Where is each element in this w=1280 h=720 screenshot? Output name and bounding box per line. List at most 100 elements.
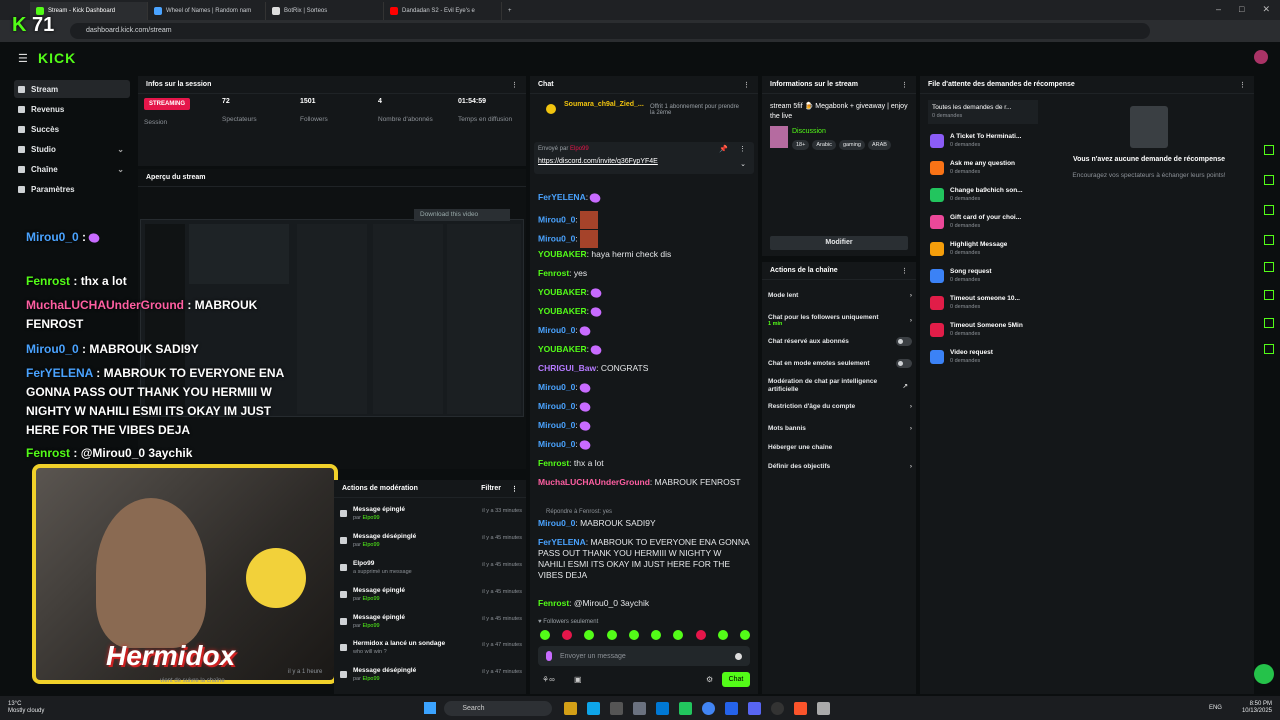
emote-icon[interactable] — [739, 630, 750, 640]
edge-icon[interactable] — [587, 701, 601, 715]
pin-icon[interactable]: 📌 — [719, 145, 728, 153]
chrome-icon[interactable] — [702, 701, 716, 715]
weather-widget[interactable]: 13°C Mostly cloudy — [8, 701, 44, 715]
reward-item[interactable]: Highlight Message 0 demandes — [930, 235, 1036, 262]
chevron-down-icon[interactable]: ⌄ — [740, 160, 746, 168]
clock[interactable]: 8:50 PM 10/13/2025 — [1242, 701, 1272, 715]
more-icon[interactable]: ⋮ — [511, 485, 518, 493]
more-icon[interactable]: ⋮ — [739, 145, 746, 153]
pinned-link[interactable]: https://discord.com/invite/q36FypYF4E — [538, 158, 658, 165]
gear-icon[interactable]: ⚙ — [706, 675, 713, 684]
action-host-channel[interactable]: Héberger une chaîne — [768, 444, 912, 451]
app-icon[interactable] — [817, 701, 831, 715]
emote-icon[interactable] — [651, 630, 662, 640]
all-requests-filter[interactable]: Toutes les demandes de r... 0 demandes — [928, 100, 1038, 124]
new-tab-button[interactable]: + — [502, 2, 522, 20]
mail-icon[interactable] — [656, 701, 670, 715]
reward-item[interactable]: Timeout Someone 5Min 0 demandes — [930, 316, 1036, 343]
tab-botrix[interactable]: BotRix | Sorteos — [266, 2, 384, 20]
tag[interactable]: Arabic — [812, 140, 836, 150]
emote-icon[interactable] — [606, 630, 617, 640]
action-followers-only[interactable]: Chat pour les followers uniquement 1 min › — [768, 311, 912, 329]
reward-item[interactable]: Ask me any question 0 demandes — [930, 154, 1036, 181]
reward-item[interactable]: Gift card of your choi... 0 demandes — [930, 208, 1036, 235]
chat-bubble-icon[interactable] — [1254, 664, 1274, 684]
url-field[interactable]: dashboard.kick.com/stream — [70, 23, 1150, 39]
tool-icon[interactable] — [1264, 344, 1274, 354]
category-name[interactable]: Discussion — [792, 128, 826, 135]
tag[interactable]: 18+ — [792, 140, 810, 150]
discord-icon[interactable] — [748, 701, 762, 715]
more-icon[interactable]: ⋮ — [511, 81, 518, 89]
reward-item[interactable]: A Ticket To Herminati... 0 demandes — [930, 127, 1036, 154]
send-chat-button[interactable]: Chat — [722, 672, 750, 687]
chat-input[interactable]: Envoyer un message — [560, 653, 626, 660]
points-icon[interactable]: ⚘∞ — [542, 675, 555, 684]
tool-icon[interactable] — [1264, 175, 1274, 185]
sidebar-item-stream[interactable]: Stream — [14, 80, 130, 98]
emote-icon[interactable] — [717, 630, 728, 640]
minimize-icon[interactable]: – — [1216, 4, 1221, 15]
emoji-icon[interactable] — [735, 652, 742, 660]
folder-icon[interactable] — [564, 701, 578, 715]
filter-button[interactable]: Filtrer — [481, 485, 501, 492]
more-icon[interactable]: ⋮ — [1239, 81, 1246, 89]
app-icon[interactable] — [633, 701, 647, 715]
emote-icon[interactable] — [584, 630, 595, 640]
tag[interactable]: ARAB — [867, 140, 891, 150]
more-icon[interactable]: ⋮ — [901, 81, 908, 89]
emote-icon — [578, 418, 592, 433]
tab-dandadan[interactable]: Dandadan S2 - Evil Eye's e — [384, 2, 502, 20]
windows-start-icon[interactable] — [424, 702, 437, 714]
emote-icon[interactable] — [628, 630, 639, 640]
taskbar-search[interactable]: Search — [444, 700, 553, 716]
sidebar-item-succes[interactable]: Succès — [14, 120, 130, 138]
tab-wheel-of-names[interactable]: Wheel of Names | Random nam — [148, 2, 266, 20]
word-icon[interactable] — [725, 701, 739, 715]
edit-stream-button[interactable]: Modifier — [770, 236, 908, 250]
profile-avatar[interactable] — [1254, 50, 1268, 64]
emote-icon[interactable] — [540, 630, 550, 640]
emote-icon[interactable] — [695, 630, 706, 640]
action-subscribers-only[interactable]: Chat réservé aux abonnés — [768, 337, 912, 346]
action-slow-mode[interactable]: Mode lent › — [768, 292, 912, 299]
tool-icon[interactable] — [1264, 318, 1274, 328]
language-indicator[interactable]: ENG — [1209, 705, 1222, 711]
emote-icon[interactable] — [673, 630, 684, 640]
sidebar-item-parametres[interactable]: Paramètres — [14, 180, 130, 198]
chat-input-box[interactable]: Envoyer un message — [538, 646, 750, 666]
reward-item[interactable]: Song request 0 demandes — [930, 262, 1036, 289]
toggle-switch[interactable] — [896, 359, 912, 368]
sidebar-item-revenus[interactable]: Revenus — [14, 100, 130, 118]
obs-icon[interactable] — [771, 701, 785, 715]
tool-icon[interactable] — [1264, 145, 1274, 155]
more-icon[interactable]: ⋮ — [901, 267, 908, 275]
reward-item[interactable]: Timeout someone 10... 0 demandes — [930, 289, 1036, 316]
download-video-button[interactable]: Download this video — [414, 209, 510, 221]
action-set-goals[interactable]: Définir des objectifs › — [768, 463, 912, 470]
action-emotes-only[interactable]: Chat en mode emotes seulement — [768, 359, 912, 368]
app-icon[interactable] — [679, 701, 693, 715]
tool-icon[interactable] — [1264, 235, 1274, 245]
tool-icon[interactable] — [1264, 262, 1274, 272]
sidebar-item-chaine[interactable]: Chaîne ⌄ — [14, 160, 130, 178]
reward-item[interactable]: Video request 0 demandes — [930, 343, 1036, 370]
maximize-icon[interactable]: □ — [1239, 4, 1244, 15]
close-icon[interactable]: ✕ — [1262, 4, 1270, 15]
more-icon[interactable]: ⋮ — [743, 81, 750, 89]
tool-icon[interactable] — [1264, 290, 1274, 300]
tool-icon[interactable] — [1264, 205, 1274, 215]
overlay-chat-line: Fenrost : thx a lot — [26, 274, 127, 288]
tag[interactable]: gaming — [838, 140, 865, 150]
action-age-restriction[interactable]: Restriction d'âge du compte › — [768, 403, 912, 410]
action-banned-words[interactable]: Mots bannis › — [768, 425, 912, 432]
action-ai-moderation[interactable]: Modération de chat par intelligence arti… — [768, 378, 908, 394]
gift-box-icon[interactable]: ▣ — [574, 675, 582, 684]
toggle-switch[interactable] — [896, 337, 912, 346]
app-icon[interactable] — [610, 701, 624, 715]
reward-item[interactable]: Change ba9chich son... 0 demandes — [930, 181, 1036, 208]
sidebar-item-studio[interactable]: Studio ⌄ — [14, 140, 130, 158]
menu-icon[interactable]: ☰ — [18, 52, 28, 65]
emote-icon[interactable] — [562, 630, 573, 640]
brave-icon[interactable] — [794, 701, 808, 715]
